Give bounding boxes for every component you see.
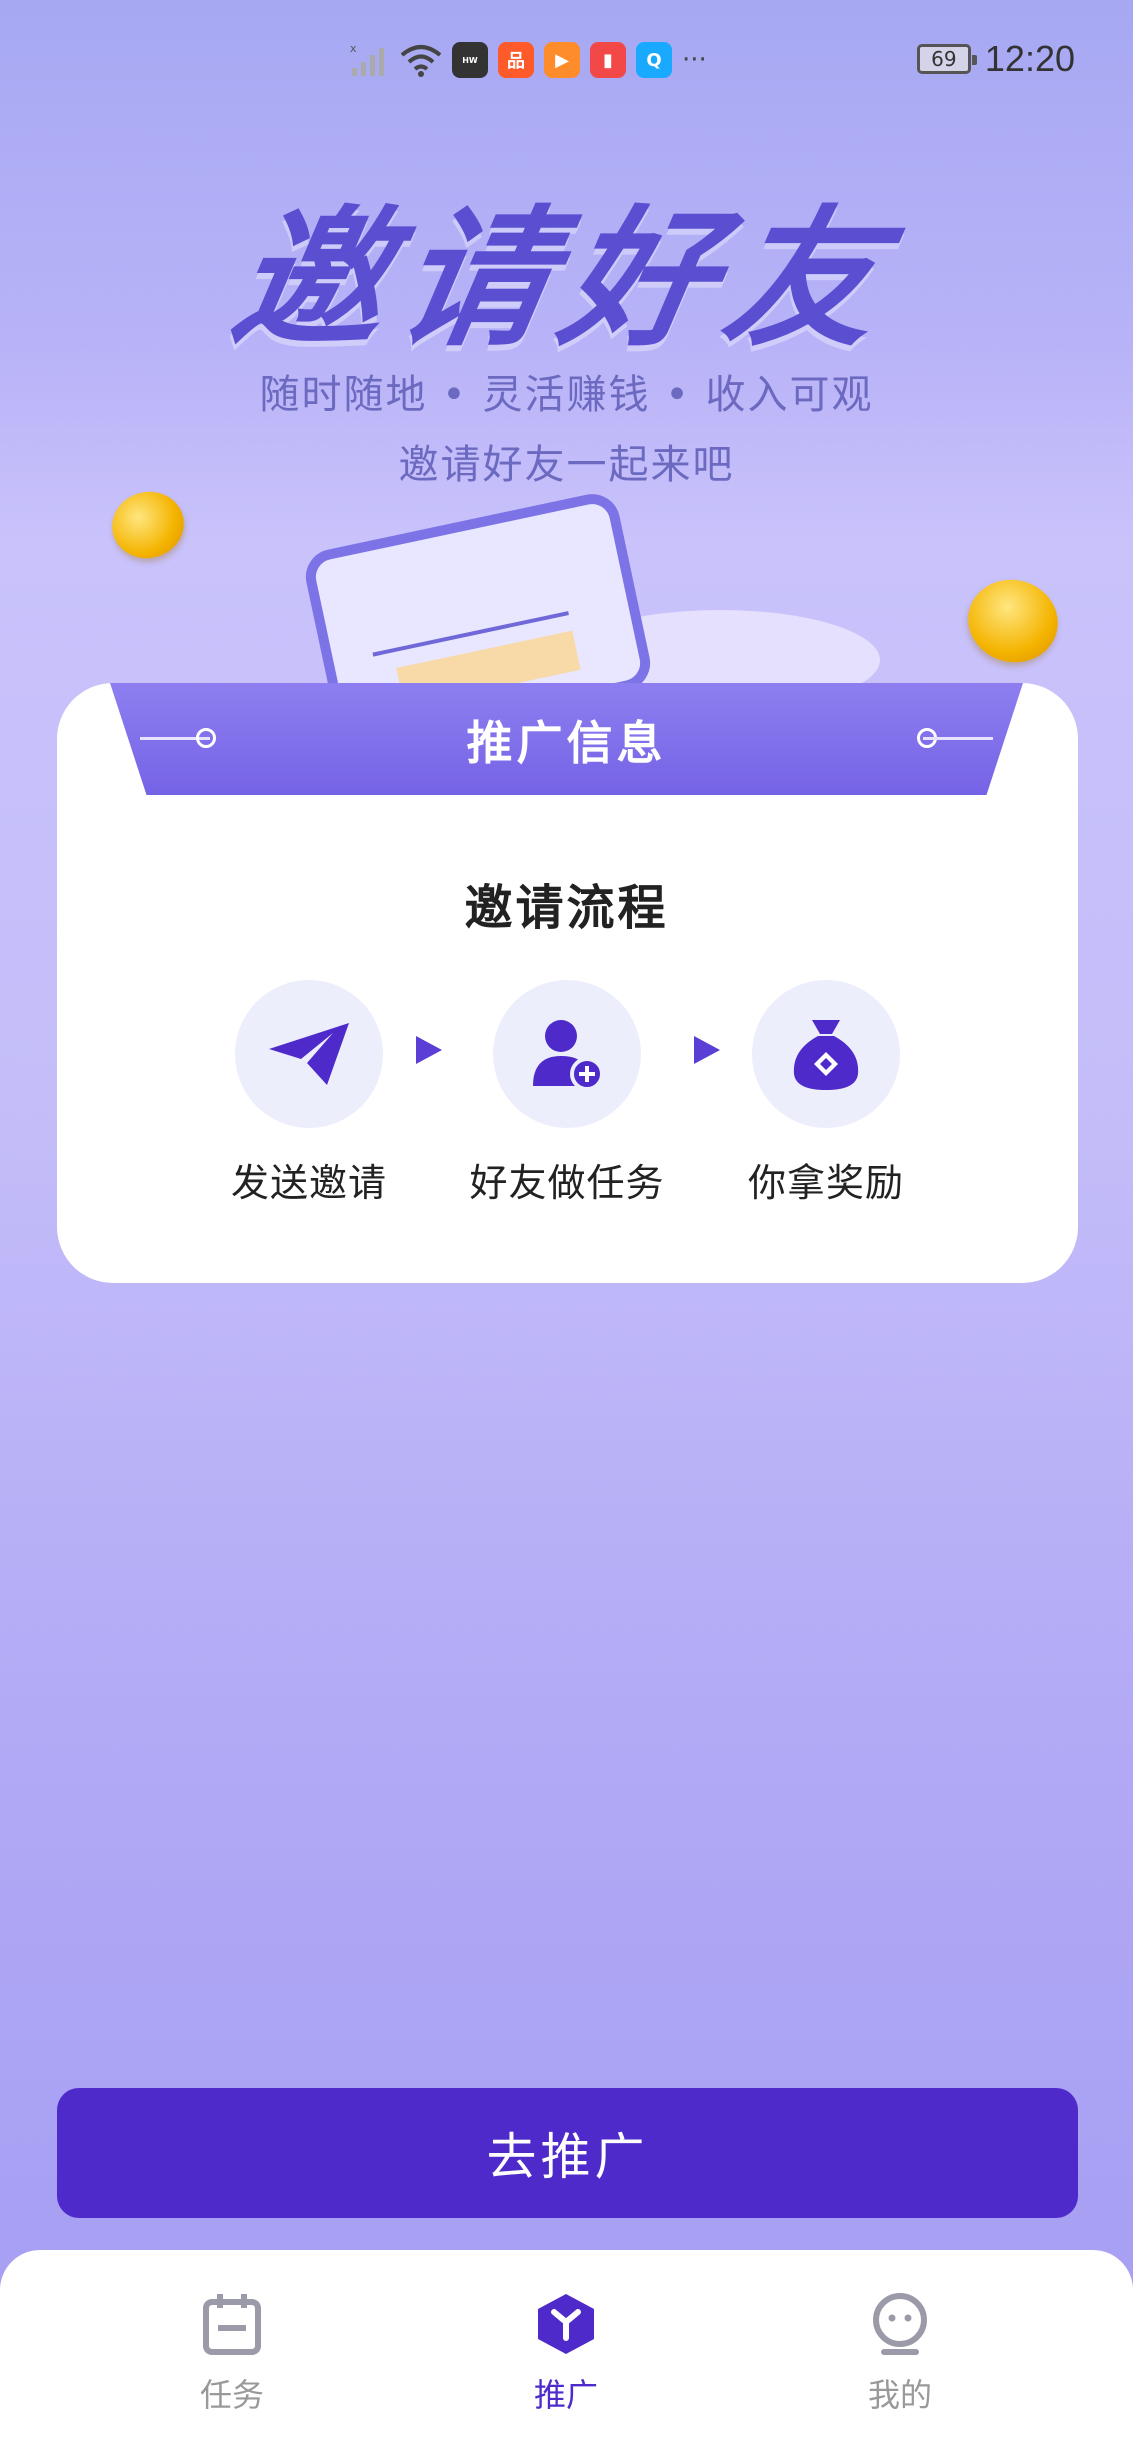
- battery-level: 69: [931, 47, 957, 71]
- hero-subtitle-2: 邀请好友一起来吧: [398, 442, 735, 488]
- step-label: 好友做任务: [469, 1161, 665, 1205]
- video-app-icon: ▶: [544, 42, 580, 78]
- step-label: 发送邀请: [230, 1161, 387, 1205]
- cube-icon: [538, 2294, 594, 2354]
- tab-label: 推广: [533, 2376, 598, 2414]
- status-icons: x HW 品 ▶ ▮ Q ···: [350, 42, 707, 78]
- money-bag-icon: [793, 1020, 859, 1090]
- tab-profile[interactable]: 我的: [800, 2292, 1000, 2416]
- hero-subtitle: 随时随地 • 灵活赚钱 • 收入可观: [259, 372, 874, 418]
- status-bar: x HW 品 ▶ ▮ Q ··· 69 12:20: [0, 0, 1133, 130]
- tab-promote[interactable]: 推广: [466, 2292, 666, 2416]
- step-circle: [752, 980, 900, 1128]
- paper-plane-icon: [269, 1023, 349, 1085]
- coin-decoration-left: [104, 483, 192, 567]
- profile-icon: [873, 2293, 927, 2355]
- tab-tasks[interactable]: 任务: [132, 2292, 332, 2416]
- add-user-icon: [533, 1020, 604, 1091]
- svg-text:x: x: [350, 42, 357, 55]
- browser-app-icon: Q: [636, 42, 672, 78]
- status-right: 69 12:20: [916, 38, 1075, 80]
- step-circle: [493, 980, 641, 1128]
- coin-decoration-right: [958, 569, 1068, 673]
- more-icon: ···: [682, 45, 707, 75]
- battery-icon: 69: [916, 44, 977, 74]
- bottom-tab-bar: 任务 推广 我的: [0, 2250, 1133, 2453]
- huawei-app-icon: HW: [452, 42, 488, 78]
- step-friend-task: 好友做任务: [447, 980, 687, 1207]
- step-label: 你拿奖励: [747, 1161, 904, 1205]
- hero-title: 邀请好友: [220, 193, 908, 367]
- wifi-icon: [400, 45, 442, 77]
- clock: 12:20: [984, 38, 1075, 79]
- flow-title: 邀请流程: [464, 880, 669, 936]
- step-send-invite: 发送邀请: [189, 980, 429, 1207]
- promote-button[interactable]: 去推广: [57, 2088, 1078, 2218]
- tab-label: 我的: [867, 2376, 932, 2414]
- calendar-icon: [203, 2294, 261, 2355]
- book-app-icon: ▮: [590, 42, 626, 78]
- card-header-title: 推广信息: [466, 716, 667, 770]
- tab-label: 任务: [199, 2376, 264, 2414]
- card-header: 推广信息: [110, 683, 1023, 795]
- step-get-reward: 你拿奖励: [706, 980, 946, 1207]
- shop-app-icon: 品: [498, 42, 534, 78]
- header-deco-line-right: [923, 737, 993, 740]
- signal-icon: x: [350, 42, 384, 76]
- step-circle: [235, 980, 383, 1128]
- arrow-icon: [416, 1036, 442, 1064]
